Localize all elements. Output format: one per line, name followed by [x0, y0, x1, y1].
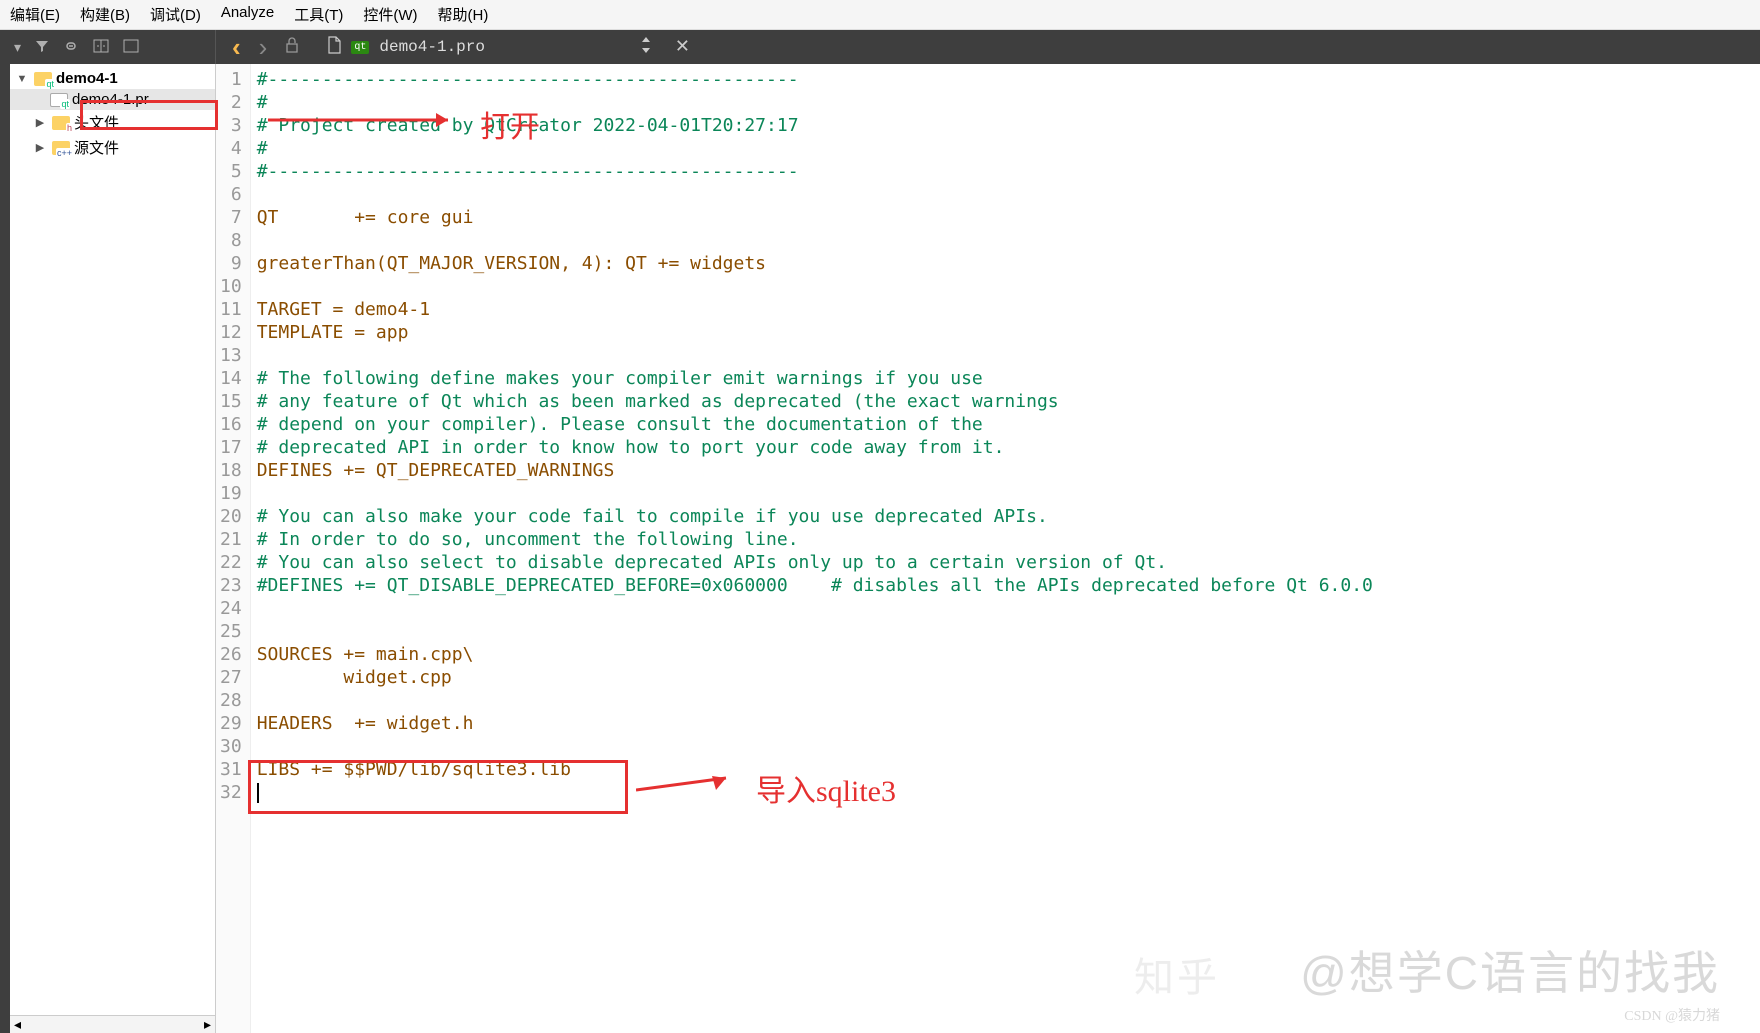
menubar: 编辑(E) 构建(B) 调试(D) Analyze 工具(T) 控件(W) 帮助… [0, 0, 1760, 30]
collapse-arrow-icon[interactable]: ▶ [32, 141, 48, 154]
tree-scrollbar[interactable]: ◂ ▸ [10, 1015, 215, 1033]
nav-forward-icon[interactable]: › [259, 32, 268, 63]
tree-sources-label: 源文件 [74, 137, 119, 158]
tab-filename: demo4-1.pro [379, 38, 485, 56]
nav-back-icon[interactable]: ‹ [232, 32, 241, 63]
left-sidebar [0, 64, 10, 1033]
folder-icon: h [52, 116, 70, 130]
expand-arrow-icon[interactable]: ▼ [14, 73, 30, 85]
project-folder-icon: qt [34, 72, 52, 86]
menu-tools[interactable]: 工具(T) [294, 4, 343, 25]
tab-split-icon[interactable] [639, 36, 653, 59]
collapse-arrow-icon[interactable]: ▶ [32, 116, 48, 129]
toolbar: ▾ ‹ › qt demo4-1.pro ✕ [0, 30, 1760, 64]
menu-analyze[interactable]: Analyze [221, 4, 274, 25]
scroll-left-icon[interactable]: ◂ [14, 1016, 21, 1033]
dropdown-icon[interactable]: ▾ [14, 39, 21, 56]
fullscreen-icon[interactable] [123, 39, 139, 56]
tree-sources[interactable]: ▶ c++ 源文件 [10, 135, 215, 160]
project-tree[interactable]: ▼ qt demo4-1 qt demo4-1.pr ▶ h 头文件 ▶ c++… [10, 64, 215, 1015]
watermark-csdn: CSDN @猿力猪 [1624, 1005, 1720, 1025]
annotation-import-label: 导入sqlite3 [756, 766, 896, 810]
link-icon[interactable] [63, 39, 79, 55]
scroll-right-icon[interactable]: ▸ [204, 1016, 211, 1033]
line-number-gutter: 1234567891011121314151617181920212223242… [216, 64, 251, 1033]
menu-build[interactable]: 构建(B) [80, 4, 130, 25]
menu-edit[interactable]: 编辑(E) [10, 4, 60, 25]
watermark-main: @想学C语言的找我 [1300, 937, 1720, 1003]
annotation-open-label: 打开 [480, 102, 540, 146]
code-content[interactable]: #---------------------------------------… [251, 64, 1760, 1033]
annotation-box-libs [248, 760, 628, 814]
qt-badge-icon: qt [351, 41, 369, 54]
lock-icon[interactable] [285, 37, 299, 58]
menu-debug[interactable]: 调试(D) [150, 4, 201, 25]
menu-widgets[interactable]: 控件(W) [363, 4, 417, 25]
editor-tab[interactable]: qt demo4-1.pro [315, 36, 497, 59]
qt-file-icon: qt [50, 93, 68, 107]
file-icon [327, 36, 341, 59]
code-editor[interactable]: 1234567891011121314151617181920212223242… [216, 64, 1760, 1033]
folder-icon: c++ [52, 141, 70, 155]
project-tree-pane: ▼ qt demo4-1 qt demo4-1.pr ▶ h 头文件 ▶ c++… [10, 64, 216, 1033]
annotation-box-profile [80, 100, 218, 130]
tab-close-icon[interactable]: ✕ [675, 36, 690, 59]
watermark-zhihu: 知乎 [1134, 945, 1220, 1003]
split-column-icon[interactable] [93, 39, 109, 56]
menu-help[interactable]: 帮助(H) [438, 4, 489, 25]
tree-root[interactable]: ▼ qt demo4-1 [10, 68, 215, 89]
tree-root-label: demo4-1 [56, 70, 118, 87]
funnel-icon[interactable] [35, 39, 49, 56]
